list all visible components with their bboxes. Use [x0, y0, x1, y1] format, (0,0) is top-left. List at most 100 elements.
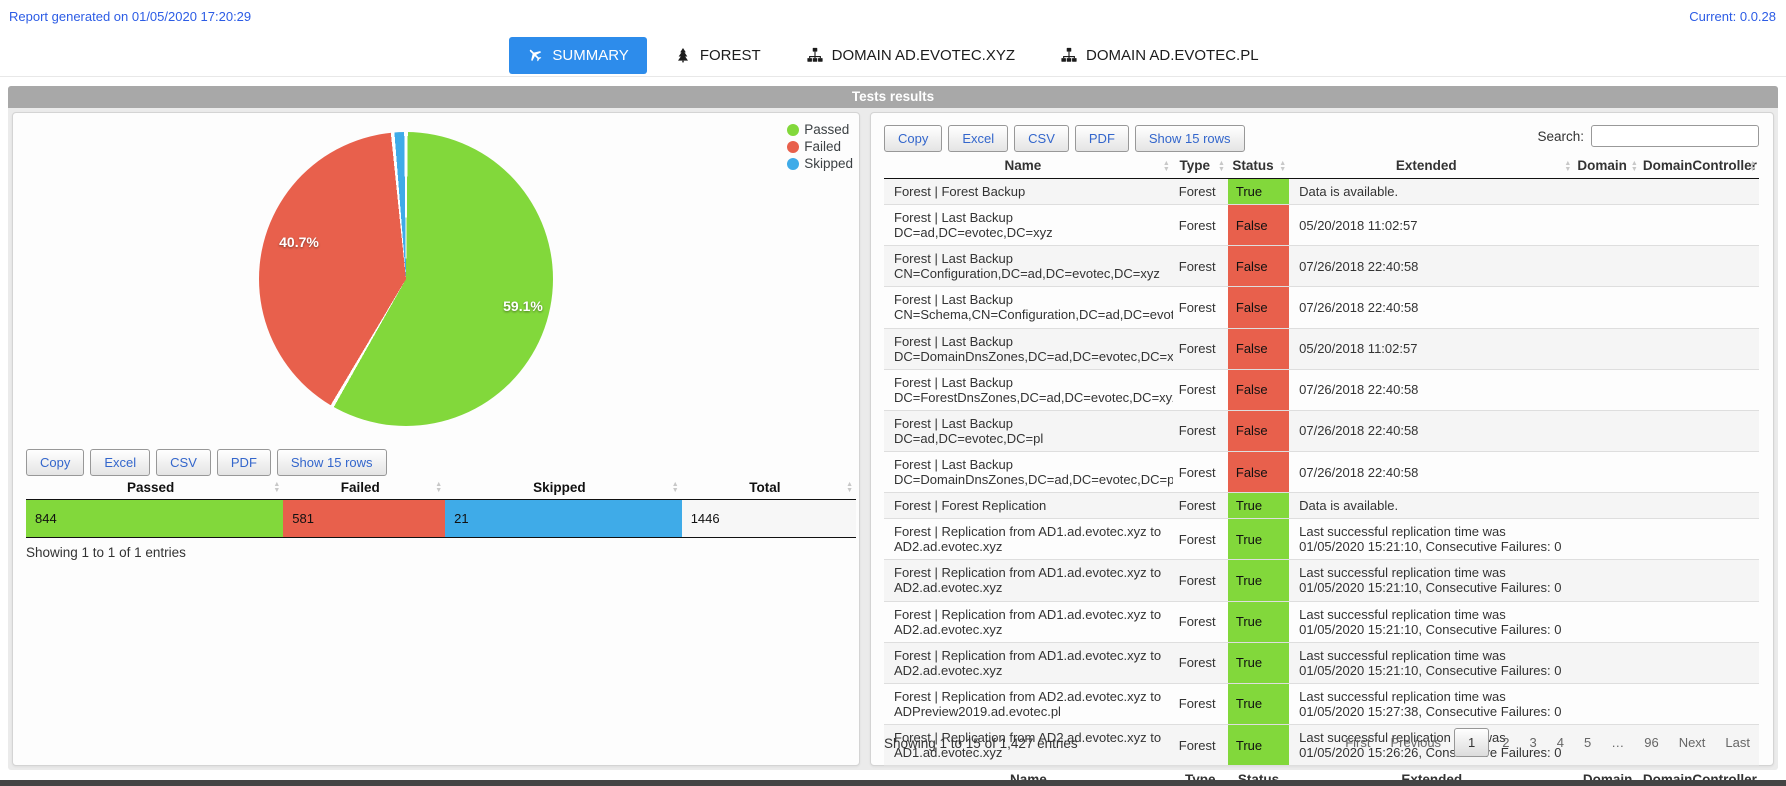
column-header-skipped[interactable]: Skipped▲▼ — [445, 477, 682, 500]
tab-label: FOREST — [700, 47, 761, 64]
excel-button[interactable]: Excel — [90, 449, 150, 476]
tests-table-info: Showing 1 to 15 of 1,427 entries — [884, 736, 1078, 751]
sort-arrows[interactable]: ▲▼ — [273, 482, 280, 494]
cell-extended: 05/20/2018 11:02:57 — [1289, 205, 1574, 246]
sort-arrows[interactable]: ▲▼ — [1163, 161, 1170, 173]
sort-arrows[interactable]: ▲▼ — [672, 482, 679, 494]
test-row: Forest | Replication from AD1.ad.evotec.… — [884, 560, 1759, 601]
sort-arrows[interactable]: ▲▼ — [435, 482, 442, 494]
tests-table-header-row: Name▲▼Type▲▼Status▲▼Extended▲▼Domain▲▼Do… — [884, 155, 1759, 179]
cell-name: Forest | Last Backup DC=DomainDnsZones,D… — [884, 452, 1173, 493]
column-header-extended[interactable]: Extended ▲▼ — [1289, 155, 1574, 179]
cell-name: Forest | Last Backup DC=ForestDnsZones,D… — [884, 369, 1173, 410]
page-last[interactable]: Last — [1715, 729, 1760, 756]
sort-arrows[interactable]: ▲▼ — [1218, 161, 1225, 173]
cell-type: Forest — [1173, 642, 1228, 683]
column-header-domaincontroller[interactable]: DomainController▲▼ — [1641, 155, 1759, 179]
column-header-passed[interactable]: Passed▲▼ — [26, 477, 283, 500]
summary-icon — [527, 47, 543, 63]
page-5[interactable]: 5 — [1574, 729, 1601, 756]
tab-label: DOMAIN AD.EVOTEC.XYZ — [832, 47, 1015, 64]
column-header-name[interactable]: Name▲▼ — [884, 155, 1173, 179]
cell-domaincontroller — [1641, 493, 1759, 519]
cell-domaincontroller — [1641, 519, 1759, 560]
cell-domain — [1574, 328, 1641, 369]
cell-extended: Last successful replication time was 01/… — [1289, 560, 1574, 601]
column-header-total[interactable]: Total ▲▼ — [682, 477, 856, 500]
page-1[interactable]: 1 — [1454, 728, 1489, 757]
sort-arrows[interactable]: ▲▼ — [846, 482, 853, 494]
cell-extended: 07/26/2018 22:40:58 — [1289, 369, 1574, 410]
page-first[interactable]: First — [1335, 729, 1380, 756]
csv-button[interactable]: CSV — [1014, 125, 1069, 152]
tab-domain-ad-evotec-xyz[interactable]: DOMAIN AD.EVOTEC.XYZ — [789, 37, 1033, 74]
cell-extended: Data is available. — [1289, 179, 1574, 205]
test-row: Forest | Replication from AD2.ad.evotec.… — [884, 683, 1759, 724]
test-row: Forest | Last Backup CN=Schema,CN=Config… — [884, 287, 1759, 328]
sort-arrows[interactable]: ▲▼ — [1631, 161, 1638, 173]
tab-domain-ad-evotec-pl[interactable]: DOMAIN AD.EVOTEC.PL — [1043, 37, 1277, 74]
cell-total: 1446 — [682, 500, 856, 538]
tab-summary[interactable]: SUMMARY — [509, 37, 646, 74]
cell-status: True — [1228, 179, 1289, 205]
test-row: Forest | Last Backup DC=DomainDnsZones,D… — [884, 452, 1759, 493]
tests-pie-chart: 40.7% 59.1% — [259, 132, 553, 426]
column-header-label: Type — [1180, 158, 1211, 173]
summary-table: Passed▲▼Failed▲▼Skipped▲▼Total▲▼84458121… — [26, 477, 856, 538]
cell-type: Forest — [1173, 683, 1228, 724]
page-3[interactable]: 3 — [1520, 729, 1547, 756]
legend-label: Skipped — [804, 155, 853, 172]
copy-button[interactable]: Copy — [26, 449, 84, 476]
domain-icon — [807, 47, 823, 63]
window-bottom-edge — [0, 780, 1786, 786]
cell-name: Forest | Last Backup CN=Configuration,DC… — [884, 246, 1173, 287]
csv-button[interactable]: CSV — [156, 449, 211, 476]
page-previous[interactable]: Previous — [1380, 729, 1451, 756]
cell-status: True — [1228, 560, 1289, 601]
cell-name: Forest | Replication from AD1.ad.evotec.… — [884, 560, 1173, 601]
pagination: FirstPrevious12345…96NextLast — [1335, 728, 1760, 757]
tab-forest[interactable]: FOREST — [657, 37, 779, 74]
column-header-domain[interactable]: Domain ▲▼ — [1574, 155, 1641, 179]
column-header-failed[interactable]: Failed▲▼ — [283, 477, 445, 500]
cell-type: Forest — [1173, 601, 1228, 642]
cell-status: True — [1228, 601, 1289, 642]
page-next[interactable]: Next — [1669, 729, 1716, 756]
cell-status: False — [1228, 410, 1289, 451]
show-15-rows-button[interactable]: Show 15 rows — [1135, 125, 1245, 152]
cell-domaincontroller — [1641, 246, 1759, 287]
cell-domain — [1574, 452, 1641, 493]
test-row: Forest | Replication from AD1.ad.evotec.… — [884, 519, 1759, 560]
column-header-label: Total — [749, 480, 780, 495]
cell-domaincontroller — [1641, 410, 1759, 451]
sort-arrows[interactable]: ▲▼ — [1749, 161, 1756, 173]
show-15-rows-button[interactable]: Show 15 rows — [277, 449, 387, 476]
sort-arrows[interactable]: ▲▼ — [1279, 161, 1286, 173]
excel-button[interactable]: Excel — [948, 125, 1008, 152]
cell-status: False — [1228, 369, 1289, 410]
pdf-button[interactable]: PDF — [217, 449, 271, 476]
legend-item-failed[interactable]: Failed — [787, 138, 853, 155]
page-2[interactable]: 2 — [1492, 729, 1519, 756]
column-header-label: Extended — [1396, 158, 1457, 173]
pdf-button[interactable]: PDF — [1075, 125, 1129, 152]
page-4[interactable]: 4 — [1547, 729, 1574, 756]
legend-item-skipped[interactable]: Skipped — [787, 155, 853, 172]
cell-type: Forest — [1173, 452, 1228, 493]
column-header-type[interactable]: Type ▲▼ — [1173, 155, 1228, 179]
cell-name: Forest | Replication from AD1.ad.evotec.… — [884, 601, 1173, 642]
cell-name: Forest | Last Backup DC=DomainDnsZones,D… — [884, 328, 1173, 369]
cell-name: Forest | Last Backup DC=ad,DC=evotec,DC=… — [884, 410, 1173, 451]
page-96[interactable]: 96 — [1634, 729, 1668, 756]
search-input[interactable] — [1591, 125, 1759, 147]
copy-button[interactable]: Copy — [884, 125, 942, 152]
cell-domaincontroller — [1641, 683, 1759, 724]
cell-extended: Last successful replication time was 01/… — [1289, 519, 1574, 560]
column-header-status[interactable]: Status▲▼ — [1228, 155, 1289, 179]
sort-arrows[interactable]: ▲▼ — [1564, 161, 1571, 173]
column-header-label: Domain — [1577, 158, 1627, 173]
cell-extended: 07/26/2018 22:40:58 — [1289, 452, 1574, 493]
test-row: Forest | Last Backup DC=ad,DC=evotec,DC=… — [884, 205, 1759, 246]
search-label: Search: — [1537, 129, 1584, 144]
legend-item-passed[interactable]: Passed — [787, 121, 853, 138]
